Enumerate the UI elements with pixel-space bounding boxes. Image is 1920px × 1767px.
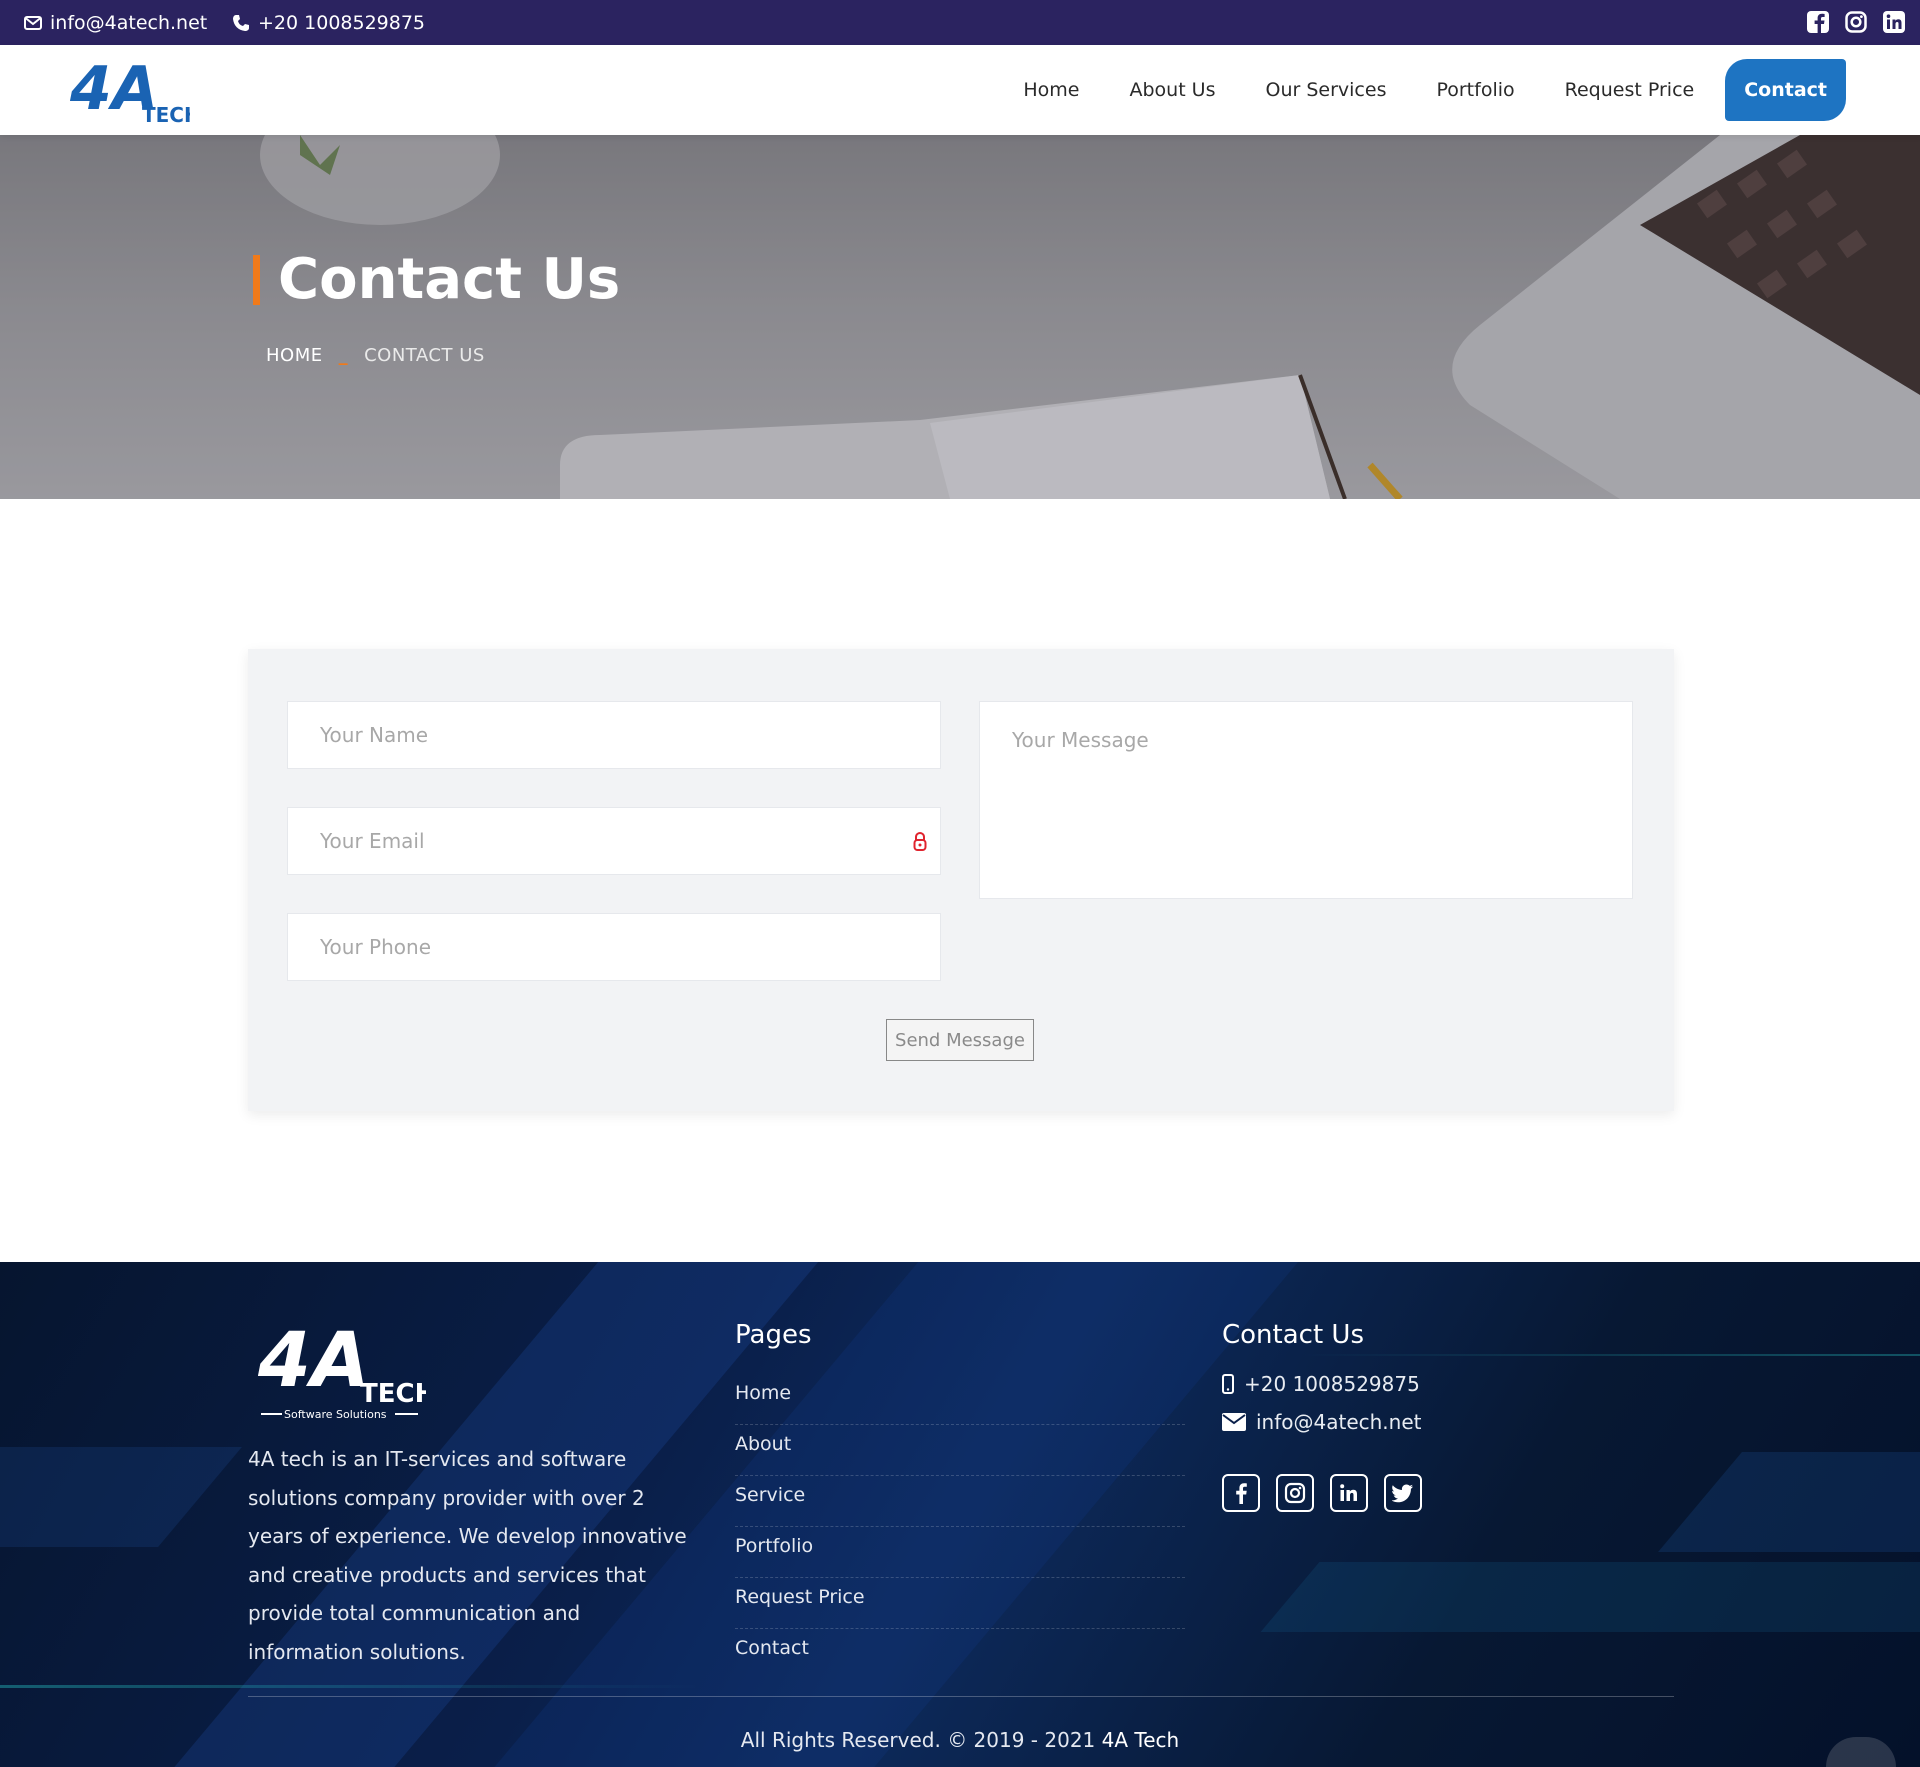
topbar-email[interactable]: info@4atech.net <box>24 0 207 45</box>
footer-link-portfolio[interactable]: Portfolio <box>735 1527 1185 1578</box>
linkedin-icon[interactable] <box>1330 1474 1368 1512</box>
nav-contact[interactable]: Contact <box>1725 59 1846 121</box>
footer-link-contact[interactable]: Contact <box>735 1629 1185 1680</box>
footer-link-service[interactable]: Service <box>735 1476 1185 1527</box>
footer-logo-sub: TECH <box>360 1379 426 1409</box>
footer-contact-title: Contact Us <box>1222 1320 1364 1350</box>
envelope-icon <box>1222 1413 1246 1431</box>
nav-our-services[interactable]: Our Services <box>1241 59 1412 121</box>
facebook-icon[interactable] <box>1222 1474 1260 1512</box>
breadcrumb-home[interactable]: HOME <box>266 345 323 366</box>
envelope-icon <box>24 15 42 30</box>
top-bar: info@4atech.net +20 1008529875 <box>0 0 1920 45</box>
main-nav: Home About Us Our Services Portfolio Req… <box>998 45 1846 135</box>
footer-link-home[interactable]: Home <box>735 1374 1185 1425</box>
site-header: 4A TECH Home About Us Our Services Portf… <box>0 45 1920 135</box>
footer-contact-phone-text: +20 1008529875 <box>1244 1372 1420 1396</box>
twitter-icon[interactable] <box>1384 1474 1422 1512</box>
phone-input[interactable]: Your Phone <box>287 913 941 981</box>
breadcrumb-current: CONTACT US <box>364 345 485 366</box>
topbar-phone-text: +20 1008529875 <box>258 11 426 34</box>
footer-pages-list: Home About Service Portfolio Request Pri… <box>735 1374 1185 1680</box>
footer-contact-email[interactable]: info@4atech.net <box>1222 1410 1422 1434</box>
site-footer: 4A TECH Software Solutions 4A tech is an… <box>0 1262 1920 1767</box>
page-hero: Contact Us HOME _ CONTACT US <box>0 135 1920 499</box>
topbar-email-text: info@4atech.net <box>50 11 208 34</box>
contact-form: Your Name Your Email Your Phone Your Mes… <box>248 649 1674 1111</box>
footer-link-request-price[interactable]: Request Price <box>735 1578 1185 1629</box>
mobile-phone-icon <box>1222 1374 1234 1394</box>
site-logo[interactable]: 4A TECH <box>69 54 201 127</box>
footer-contact-phone[interactable]: +20 1008529875 <box>1222 1372 1420 1396</box>
instagram-icon[interactable] <box>1844 10 1868 34</box>
footer-divider <box>248 1696 1674 1697</box>
nav-portfolio[interactable]: Portfolio <box>1411 59 1539 121</box>
password-manager-lock-icon[interactable] <box>910 830 930 854</box>
nav-home[interactable]: Home <box>998 59 1104 121</box>
email-input-placeholder: Your Email <box>320 829 425 853</box>
send-message-button[interactable]: Send Message <box>886 1019 1034 1061</box>
footer-copyright: All Rights Reserved. © 2019 - 2021 4A Te… <box>0 1728 1920 1752</box>
footer-pages-title: Pages <box>735 1320 812 1350</box>
facebook-icon[interactable] <box>1806 10 1830 34</box>
nav-about-us[interactable]: About Us <box>1104 59 1240 121</box>
topbar-social <box>1806 10 1906 34</box>
instagram-icon[interactable] <box>1276 1474 1314 1512</box>
phone-icon <box>233 14 249 31</box>
copyright-text: All Rights Reserved. © 2019 - 2021 <box>740 1728 1096 1752</box>
page-title: Contact Us <box>253 252 620 308</box>
breadcrumb-separator: _ <box>338 345 349 366</box>
footer-social <box>1222 1474 1422 1512</box>
hero-overlay <box>0 135 1920 499</box>
footer-contact-email-text: info@4atech.net <box>1256 1410 1422 1434</box>
name-input[interactable]: Your Name <box>287 701 941 769</box>
copyright-brand[interactable]: 4A Tech <box>1102 1728 1180 1752</box>
topbar-phone[interactable]: +20 1008529875 <box>232 0 425 45</box>
logo-sub: TECH <box>142 103 190 123</box>
email-input[interactable]: Your Email <box>287 807 941 875</box>
breadcrumb: HOME _ CONTACT US <box>266 345 485 366</box>
footer-logo-tagline: Software Solutions <box>284 1408 387 1421</box>
message-textarea[interactable]: Your Message <box>979 701 1633 899</box>
footer-about-text: 4A tech is an IT-services and software s… <box>248 1447 687 1664</box>
linkedin-icon[interactable] <box>1882 10 1906 34</box>
footer-logo-mark: 4A <box>258 1322 370 1404</box>
nav-request-price[interactable]: Request Price <box>1540 59 1720 121</box>
footer-logo[interactable]: 4A TECH Software Solutions <box>257 1315 436 1422</box>
footer-link-about[interactable]: About <box>735 1425 1185 1476</box>
